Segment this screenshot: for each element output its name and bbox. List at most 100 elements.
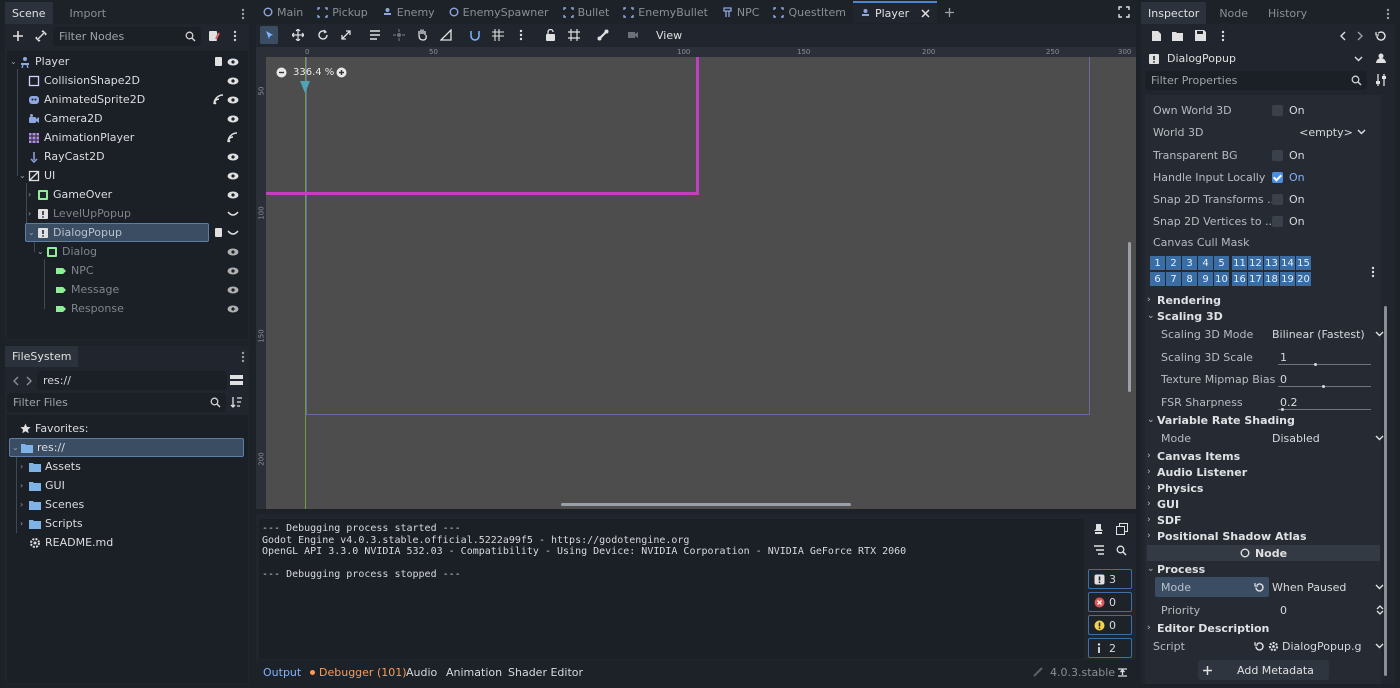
visibility-eye-icon[interactable] xyxy=(227,185,239,204)
world-3d-resource-picker[interactable]: <empty> xyxy=(1272,122,1380,142)
smart-snap-icon[interactable] xyxy=(469,29,481,41)
slider-grabber[interactable] xyxy=(1281,408,1284,411)
cull-mask-layer-13[interactable]: 13 xyxy=(1264,256,1279,270)
visibility-eye-icon[interactable] xyxy=(227,71,239,90)
expand-panel-icon[interactable] xyxy=(1117,667,1128,678)
section-rendering[interactable]: › Rendering xyxy=(1147,292,1380,308)
tree-item-animatedsprite2d[interactable]: AnimatedSprite2D xyxy=(28,90,247,109)
section-variable-rate-shading[interactable]: ⌄ Variable Rate Shading xyxy=(1147,412,1380,428)
revert-icon[interactable] xyxy=(1254,582,1265,593)
list-select-icon[interactable] xyxy=(369,29,381,41)
file-item-res[interactable]: ⌄ res:// xyxy=(9,438,244,457)
cull-mask-layer-3[interactable]: 3 xyxy=(1182,256,1197,270)
tab-node[interactable]: Node xyxy=(1212,2,1255,24)
filter-properties-input[interactable]: Filter Properties xyxy=(1145,71,1367,90)
zoom-level[interactable]: 336.4 % xyxy=(293,67,334,78)
tab-npc[interactable]: NPC xyxy=(715,1,767,23)
cull-mask-layer-9[interactable]: 9 xyxy=(1198,272,1213,286)
tree-item-dialog[interactable]: ⌄ Dialog xyxy=(37,242,247,261)
revert-icon[interactable] xyxy=(1254,641,1265,652)
tab-inspector[interactable]: Inspector xyxy=(1141,2,1207,24)
select-tool-icon[interactable] xyxy=(260,26,278,44)
cull-mask-layer-7[interactable]: 7 xyxy=(1166,272,1181,286)
cull-mask-layer-20[interactable]: 20 xyxy=(1296,272,1311,286)
filter-lines-icon[interactable] xyxy=(1093,545,1105,556)
tree-item-player[interactable]: ⌄ Player xyxy=(10,52,247,71)
search-output-icon[interactable] xyxy=(1116,545,1127,556)
link-icon[interactable] xyxy=(35,30,47,42)
attach-script-icon[interactable] xyxy=(207,29,221,43)
spin-arrows-icon[interactable] xyxy=(1376,604,1384,616)
cull-mask-layer-17[interactable]: 17 xyxy=(1248,272,1263,286)
grid-snap-icon[interactable] xyxy=(492,29,504,41)
pivot-tool-icon[interactable] xyxy=(393,29,405,41)
horizontal-scrollbar[interactable] xyxy=(561,503,851,506)
tab-output[interactable]: Output xyxy=(263,666,301,680)
tab-enemybullet[interactable]: EnemyBullet xyxy=(616,1,715,23)
tab-scene[interactable]: Scene xyxy=(5,2,53,24)
back-arrow-icon[interactable] xyxy=(12,375,20,387)
priority-spinbox[interactable]: 0 xyxy=(1280,600,1384,620)
sort-icon[interactable] xyxy=(230,396,243,409)
tab-player[interactable]: Player xyxy=(852,1,938,23)
cull-mask-layer-18[interactable]: 18 xyxy=(1264,272,1279,286)
cull-mask-layer-8[interactable]: 8 xyxy=(1182,272,1197,286)
forward-arrow-icon[interactable] xyxy=(25,375,33,387)
pan-tool-icon[interactable] xyxy=(416,28,429,41)
cull-mask-layer-11[interactable]: 11 xyxy=(1232,256,1247,270)
ruler-tool-icon[interactable] xyxy=(440,29,452,41)
tree-item-animationplayer[interactable]: AnimationPlayer xyxy=(28,128,247,147)
tab-bullet[interactable]: Bullet xyxy=(556,1,617,23)
signal-icon[interactable] xyxy=(213,94,224,105)
section-positional-shadow-atlas[interactable]: › Positional Shadow Atlas xyxy=(1147,528,1380,544)
section-sdf[interactable]: › SDF xyxy=(1147,512,1380,528)
hidden-eye-icon[interactable] xyxy=(227,204,239,223)
tree-item-dialogpopup[interactable]: ⌄ DialogPopup xyxy=(25,223,247,242)
visibility-eye-icon[interactable] xyxy=(227,299,239,318)
scale-tool-icon[interactable] xyxy=(340,29,352,41)
tree-item-camera2d[interactable]: Camera2D xyxy=(28,109,247,128)
vrs-mode-dropdown[interactable]: Disabled xyxy=(1272,428,1384,448)
property-settings-icon[interactable] xyxy=(1375,74,1387,86)
tab-audio[interactable]: Audio xyxy=(406,666,437,680)
cull-mask-layer-1[interactable]: 1 xyxy=(1150,256,1165,270)
signal-icon[interactable] xyxy=(227,132,238,143)
tab-enemy[interactable]: Enemy xyxy=(375,1,442,23)
section-process[interactable]: ⌄ Process xyxy=(1147,561,1380,577)
tab-main[interactable]: Main xyxy=(256,1,310,23)
cull-mask-layer-4[interactable]: 4 xyxy=(1198,256,1213,270)
add-node-icon[interactable] xyxy=(12,30,24,42)
tree-item-leveluppopup[interactable]: › LevelUpPopup xyxy=(28,204,247,223)
cull-mask-layer-19[interactable]: 19 xyxy=(1280,272,1295,286)
canvas-viewport[interactable] xyxy=(266,57,1136,509)
snap-2d-vertices-checkbox[interactable]: On xyxy=(1272,211,1380,231)
move-tool-icon[interactable] xyxy=(292,29,304,41)
cull-mask-menu-icon[interactable] xyxy=(1371,266,1375,278)
snap-options-icon[interactable] xyxy=(519,29,523,41)
tab-pickup[interactable]: Pickup xyxy=(310,1,374,23)
bone-icon[interactable] xyxy=(597,29,609,41)
tab-enemyspawner[interactable]: EnemySpawner xyxy=(442,1,556,23)
visibility-eye-icon[interactable] xyxy=(227,280,239,299)
rotate-tool-icon[interactable] xyxy=(317,29,329,41)
history-forward-icon[interactable] xyxy=(1356,30,1364,42)
add-scene-tab-button[interactable] xyxy=(937,1,962,23)
cull-mask-layer-10[interactable]: 10 xyxy=(1214,272,1229,286)
inspector-scrollbar[interactable] xyxy=(1384,306,1387,676)
tree-item-gameover[interactable]: › GameOver xyxy=(28,185,247,204)
open-folder-icon[interactable] xyxy=(1172,31,1184,41)
file-item-scenes[interactable]: › Scenes xyxy=(20,495,84,514)
view-menu[interactable]: View xyxy=(656,29,682,42)
distraction-free-icon[interactable] xyxy=(1118,6,1130,18)
visibility-eye-icon[interactable] xyxy=(227,52,239,71)
group-icon[interactable] xyxy=(568,29,580,41)
info-count-toggle[interactable]: 2 xyxy=(1088,638,1132,658)
file-item-assets[interactable]: › Assets xyxy=(20,457,81,476)
override-camera-icon[interactable] xyxy=(627,30,639,40)
tab-debugger[interactable]: Debugger (101) xyxy=(319,666,407,680)
copy-output-icon[interactable] xyxy=(1116,523,1128,535)
tree-item-collisionshape2d[interactable]: CollisionShape2D xyxy=(28,71,247,90)
new-resource-icon[interactable] xyxy=(1151,30,1162,42)
tab-animation[interactable]: Animation xyxy=(446,666,502,680)
dock-menu-icon[interactable] xyxy=(241,351,245,363)
